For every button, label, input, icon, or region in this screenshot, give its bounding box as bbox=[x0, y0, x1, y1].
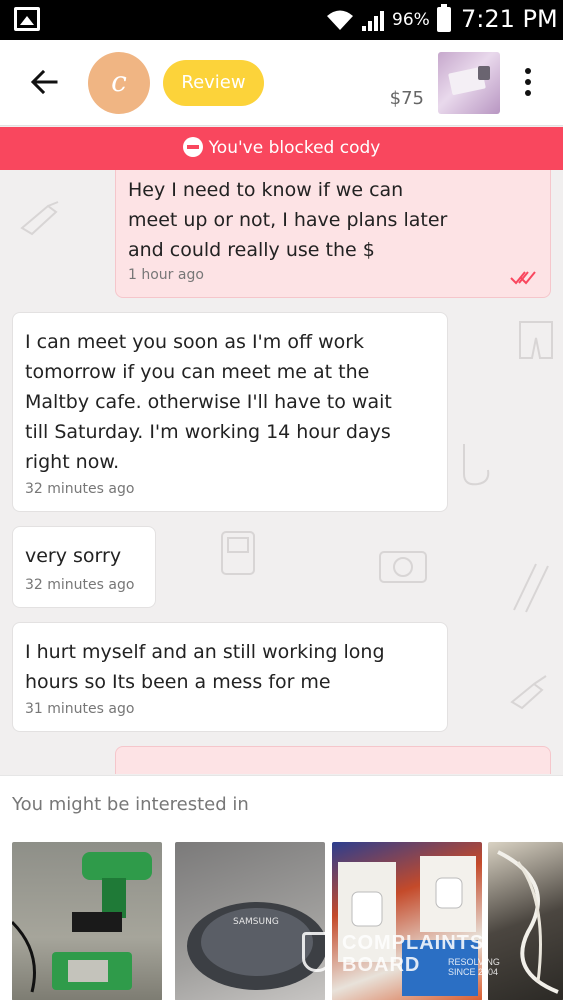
message-line: Hey I need to know if we can bbox=[128, 179, 404, 201]
blocked-icon bbox=[182, 137, 203, 157]
message-outgoing[interactable]: Hey I need to know if we can meet up or … bbox=[115, 170, 551, 298]
chat-thread[interactable]: Hey I need to know if we can meet up or … bbox=[0, 170, 563, 774]
gallery-icon bbox=[14, 7, 40, 31]
horn-doodle-icon bbox=[510, 675, 547, 710]
chat-header: c Review $75 bbox=[0, 40, 563, 126]
gameboy-doodle-icon bbox=[221, 531, 255, 575]
message-line: hours so Its been a mess for me bbox=[25, 671, 331, 693]
trumpet-doodle-icon bbox=[20, 201, 59, 236]
message-line: Maltby cafe. otherwise I'll have to wait bbox=[25, 391, 392, 413]
charger-brand-label: SAMSUNG bbox=[233, 917, 279, 927]
message-time: 32 minutes ago bbox=[25, 481, 135, 497]
message-line: I can meet you soon as I'm off work bbox=[25, 331, 365, 353]
watermark-line1: COMPLAINTS bbox=[342, 932, 485, 954]
message-line: tomorrow if you can meet me at the bbox=[25, 361, 370, 383]
message-incoming[interactable]: I hurt myself and an still working long … bbox=[12, 622, 448, 732]
back-arrow-icon[interactable] bbox=[26, 64, 62, 100]
message-line: right now. bbox=[25, 451, 120, 473]
shorts-doodle-icon bbox=[519, 321, 553, 359]
watermark-line3b: SINCE 2004 bbox=[448, 967, 499, 977]
battery-percent: 96% bbox=[392, 10, 430, 30]
signal-icon bbox=[362, 11, 384, 31]
blocked-banner: You've blocked cody bbox=[0, 127, 563, 170]
watermark-line3a: RESOLVING bbox=[448, 957, 500, 967]
message-line: till Saturday. I'm working 14 hour days bbox=[25, 421, 391, 443]
message-incoming[interactable]: very sorry 32 minutes ago bbox=[12, 526, 156, 608]
message-outgoing-partial[interactable] bbox=[115, 746, 551, 774]
watermark-line3: RESOLVING SINCE 2004 bbox=[448, 957, 500, 977]
blocked-text: You've blocked cody bbox=[208, 138, 381, 158]
listing-thumbnail[interactable] bbox=[438, 52, 500, 114]
shield-icon bbox=[302, 932, 332, 972]
camera-doodle-icon bbox=[379, 551, 427, 583]
message-line: and could really use the $ bbox=[128, 239, 375, 261]
message-time: 31 minutes ago bbox=[25, 701, 135, 717]
message-line: very sorry bbox=[25, 545, 122, 567]
wifi-icon bbox=[327, 10, 353, 30]
recommendations-title: You might be interested in bbox=[12, 794, 249, 815]
listing-price: $75 bbox=[389, 88, 424, 109]
message-line: meet up or not, I have plans later bbox=[128, 209, 448, 231]
skis-doodle-icon bbox=[513, 563, 549, 613]
message-line: I hurt myself and an still working long bbox=[25, 641, 385, 663]
message-incoming[interactable]: I can meet you soon as I'm off work tomo… bbox=[12, 312, 448, 512]
battery-icon bbox=[437, 4, 451, 32]
watermark-line2: BOARD bbox=[342, 954, 421, 976]
drill-image bbox=[12, 852, 152, 993]
double-check-icon bbox=[510, 271, 536, 285]
watermark-logo: COMPLAINTS BOARD RESOLVING SINCE 2004 bbox=[302, 928, 522, 984]
drill-thumbnail[interactable] bbox=[12, 842, 162, 1000]
clock: 7:21 PM bbox=[461, 5, 558, 33]
message-time: 32 minutes ago bbox=[25, 577, 135, 593]
avatar[interactable]: c bbox=[88, 52, 150, 114]
more-vert-icon[interactable] bbox=[520, 68, 536, 100]
message-time: 1 hour ago bbox=[128, 267, 204, 283]
review-button[interactable]: Review bbox=[163, 60, 264, 106]
saxophone-doodle-icon bbox=[463, 444, 490, 486]
status-bar: 96% 7:21 PM bbox=[0, 0, 563, 40]
